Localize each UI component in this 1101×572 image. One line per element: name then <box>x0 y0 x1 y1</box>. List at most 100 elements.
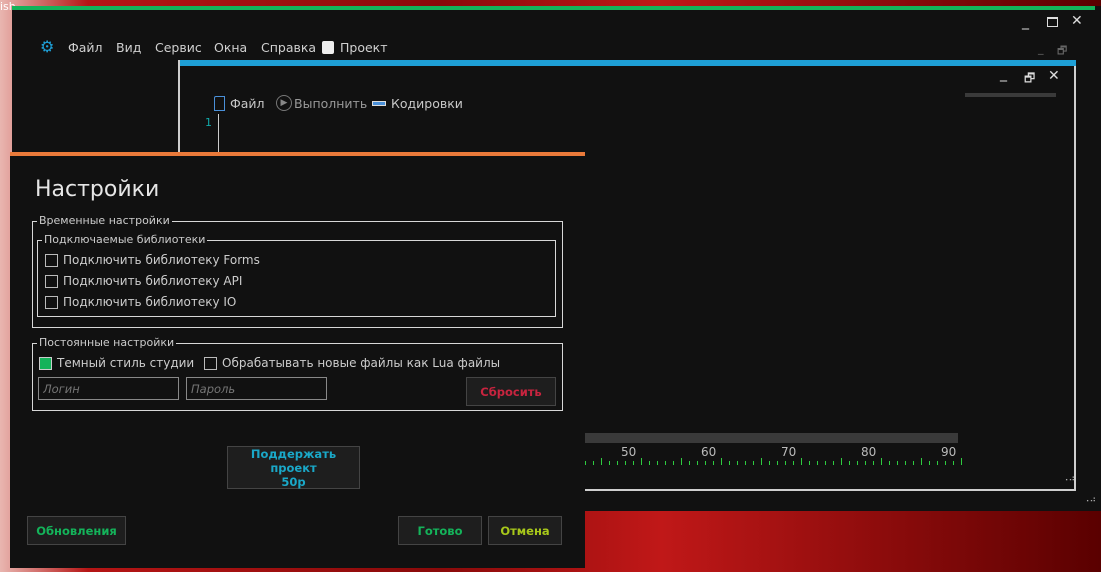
menu-file[interactable]: Файл <box>68 40 103 55</box>
editor-restore-button[interactable]: 🗗 <box>1024 69 1035 90</box>
dialog-title: Настройки <box>35 177 160 202</box>
io-label: Подключить библиотеку IO <box>63 295 237 309</box>
group-label: Постоянные настройки <box>37 336 177 349</box>
ruler-tick <box>873 461 874 465</box>
editor-scrollbar[interactable] <box>965 93 1056 97</box>
ruler-tick <box>849 461 850 465</box>
ruler-tick <box>905 461 906 465</box>
settings-dialog: Настройки Временные настройки Подключаем… <box>10 152 585 568</box>
password-input[interactable] <box>186 377 327 400</box>
support-project-button[interactable]: Поддержать проект 50р <box>227 446 360 489</box>
ruler-tick <box>961 458 962 465</box>
login-input[interactable] <box>38 377 179 400</box>
encoding-icon <box>372 101 386 106</box>
ruler-tick <box>825 461 826 465</box>
ruler-tick <box>921 458 922 465</box>
ruler-tick <box>705 461 706 465</box>
ruler-tick <box>681 458 682 465</box>
editor-accent-bar <box>180 60 1076 66</box>
file-icon <box>214 96 225 111</box>
line-number: 1 <box>205 116 212 129</box>
editor-close-button[interactable]: ✕ <box>1048 68 1060 84</box>
permanent-settings-group: Постоянные настройки Темный стиль студии… <box>32 336 563 411</box>
ruler-tick <box>793 461 794 465</box>
ruler-tick <box>953 461 954 465</box>
mdi-minimize-button[interactable]: _ <box>1038 42 1044 55</box>
lua-files-label: Обрабатывать новые файлы как Lua файлы <box>222 356 501 370</box>
done-button[interactable]: Готово <box>398 516 482 545</box>
ruler-tick <box>889 461 890 465</box>
gutter-line <box>218 114 219 154</box>
updates-button[interactable]: Обновления <box>27 516 126 545</box>
cancel-button[interactable]: Отмена <box>488 516 562 545</box>
ruler-tick <box>937 461 938 465</box>
ruler-tick <box>673 461 674 465</box>
gear-icon[interactable]: ⚙ <box>40 37 54 56</box>
ruler-tick <box>665 461 666 465</box>
ruler-tick <box>769 461 770 465</box>
ruler-label: 90 <box>941 445 957 459</box>
dialog-accent-bar <box>10 152 585 156</box>
ruler-tick <box>833 461 834 465</box>
ruler-label: 70 <box>781 445 797 459</box>
menu-project[interactable]: Проект <box>340 40 388 55</box>
ruler-tick <box>649 461 650 465</box>
group-label: Временные настройки <box>37 214 172 227</box>
menu-service[interactable]: Сервис <box>155 40 202 55</box>
ruler-tick <box>657 461 658 465</box>
ruler-tick <box>945 461 946 465</box>
run-button[interactable]: Выполнить <box>294 96 367 111</box>
libraries-group: Подключаемые библиотеки Подключить библи… <box>37 233 556 317</box>
dark-style-checkbox[interactable] <box>39 357 52 370</box>
ruler-label: 50 <box>621 445 637 459</box>
encodings-button[interactable]: Кодировки <box>391 96 463 111</box>
dark-style-label: Темный стиль студии <box>57 356 195 370</box>
minimize-button[interactable]: _ <box>1022 14 1029 30</box>
ruler-tick <box>617 461 618 465</box>
menu-windows[interactable]: Окна <box>214 40 247 55</box>
ruler-tick <box>689 461 690 465</box>
ruler-label: 60 <box>701 445 717 459</box>
ruler-tick <box>697 461 698 465</box>
ruler-tick <box>601 458 602 465</box>
lua-files-checkbox[interactable] <box>204 357 217 370</box>
main-resize-grip[interactable]: ⠠⠴ <box>1083 495 1096 505</box>
ruler-tick <box>913 461 914 465</box>
ruler-tick <box>609 461 610 465</box>
ruler-tick <box>841 458 842 465</box>
run-icon: ▶ <box>276 95 292 111</box>
temp-settings-group: Временные настройки Подключаемые библиот… <box>32 214 563 328</box>
mdi-restore-button[interactable]: 🗗 <box>1057 42 1067 61</box>
maximize-button[interactable] <box>1047 17 1058 27</box>
ruler-tick <box>761 458 762 465</box>
ruler-tick <box>625 461 626 465</box>
ruler-tick <box>897 461 898 465</box>
ruler-tick <box>817 461 818 465</box>
ruler-scrollbar[interactable] <box>580 433 958 443</box>
ruler-tick <box>745 461 746 465</box>
ruler-tick <box>753 461 754 465</box>
ruler-tick <box>713 461 714 465</box>
ruler-tick <box>593 461 594 465</box>
menu-view[interactable]: Вид <box>116 40 141 55</box>
ruler-tick <box>801 458 802 465</box>
forms-label: Подключить библиотеку Forms <box>63 253 260 267</box>
api-checkbox[interactable] <box>45 275 58 288</box>
menu-help[interactable]: Справка <box>261 40 316 55</box>
ruler-tick <box>929 461 930 465</box>
ruler-tick <box>865 461 866 465</box>
close-button[interactable]: ✕ <box>1071 13 1083 29</box>
forms-checkbox[interactable] <box>45 254 58 267</box>
ruler-label: 80 <box>861 445 877 459</box>
api-label: Подключить библиотеку API <box>63 274 243 288</box>
ruler-tick <box>857 461 858 465</box>
editor-file-button[interactable]: Файл <box>230 96 265 111</box>
support-price: 50р <box>281 474 306 489</box>
ruler-tick <box>737 461 738 465</box>
editor-minimize-button[interactable]: _ <box>1000 66 1007 82</box>
ruler-tick <box>809 461 810 465</box>
project-icon <box>322 41 334 54</box>
io-checkbox[interactable] <box>45 296 58 309</box>
resize-grip[interactable]: ⠠⠴ <box>1062 474 1075 484</box>
reset-button[interactable]: Сбросить <box>466 377 556 406</box>
